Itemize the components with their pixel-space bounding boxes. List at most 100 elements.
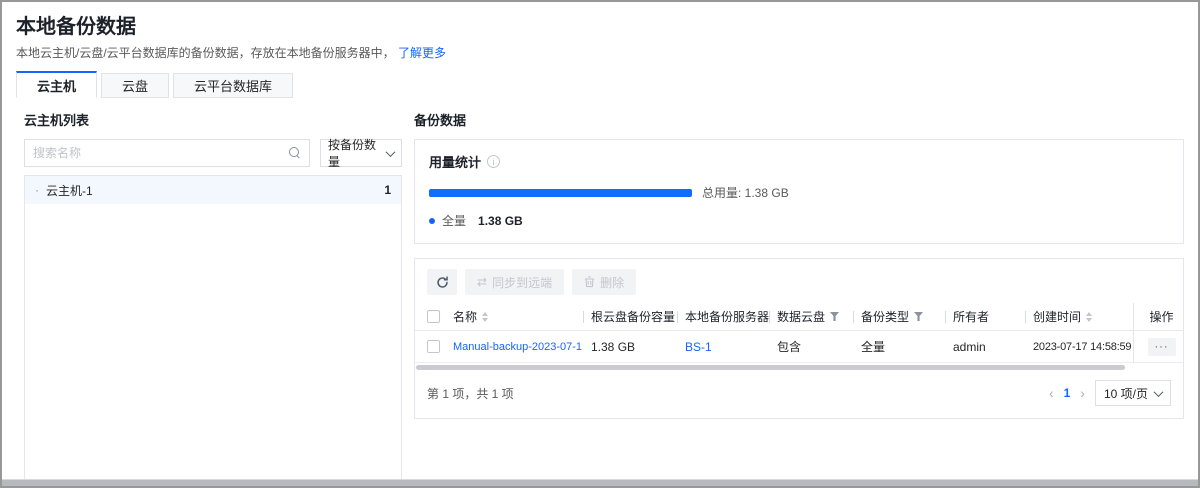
row-actions-cell: ···: [1133, 331, 1189, 362]
refresh-button[interactable]: [427, 269, 457, 295]
host-list-controls: 按备份数量: [24, 139, 402, 167]
pagination-summary: 第 1 项，共 1 项: [427, 385, 514, 402]
column-header-owner: 所有者: [945, 303, 1025, 330]
tab-cloud-disk[interactable]: 云盘: [101, 73, 169, 98]
usage-bar-row: 总用量: 1.38 GB: [429, 184, 1169, 201]
page-size-label: 10 项/页: [1104, 385, 1148, 402]
more-actions-button[interactable]: ···: [1148, 338, 1176, 356]
page-subtitle-text: 本地云主机/云盘/云平台数据库的备份数据，存放在本地备份服务器中，: [16, 46, 395, 60]
backup-data-panel: 备份数据 用量统计 总用量: 1.38 GB 全量 1.38 GB: [414, 110, 1184, 488]
sync-icon: ⇄: [477, 275, 487, 289]
backup-server-link[interactable]: BS-1: [685, 340, 712, 354]
column-header-backup-type[interactable]: 备份类型: [853, 303, 945, 330]
row-server-cell: BS-1: [677, 331, 769, 362]
row-created-cell: 2023-07-17 14:58:59: [1025, 331, 1133, 362]
host-backup-count: 1: [384, 183, 391, 197]
filter-icon[interactable]: [830, 312, 839, 321]
next-page-button[interactable]: ›: [1080, 386, 1085, 400]
info-icon[interactable]: [487, 155, 500, 168]
sort-icon[interactable]: [1086, 312, 1092, 322]
column-header-name[interactable]: 名称: [445, 303, 583, 330]
window-horizontal-scrollbar[interactable]: [2, 479, 1198, 486]
search-input[interactable]: [33, 146, 289, 160]
backup-table-card: ⇄ 同步到远端 删除: [414, 258, 1184, 419]
content-area: 云主机列表 按备份数量 · 云主机-1 1 备: [2, 98, 1198, 488]
host-list-title: 云主机列表: [24, 110, 402, 129]
tab-cloud-platform-db[interactable]: 云平台数据库: [173, 73, 293, 98]
prev-page-button[interactable]: ‹: [1049, 386, 1054, 400]
sort-icon[interactable]: [482, 312, 488, 322]
usage-title-row: 用量统计: [429, 152, 1169, 171]
table-header-row: 名称 根云盘备份容量 本地备份服务器 数据云盘: [415, 303, 1183, 331]
backup-table: 名称 根云盘备份容量 本地备份服务器 数据云盘: [415, 303, 1183, 370]
delete-button-label: 删除: [600, 274, 624, 291]
page-subtitle: 本地云主机/云盘/云平台数据库的备份数据，存放在本地备份服务器中， 了解更多: [16, 45, 1182, 61]
tab-label: 云平台数据库: [194, 76, 272, 95]
pager-controls: ‹ 1 › 10 项/页: [1049, 380, 1171, 406]
column-header-local-backup-server: 本地备份服务器: [677, 303, 769, 330]
host-list-panel: 云主机列表 按备份数量 · 云主机-1 1: [24, 110, 402, 488]
page-size-select[interactable]: 10 项/页: [1095, 380, 1171, 406]
row-size-cell: 1.38 GB: [583, 331, 677, 362]
chevron-down-icon: [1154, 387, 1164, 397]
backup-data-title: 备份数据: [414, 110, 1184, 129]
created-time-text: 2023-07-17 14:58:59: [1033, 341, 1131, 353]
usage-progress-fill: [429, 189, 692, 197]
host-name: 云主机-1: [46, 182, 93, 199]
sort-dropdown-label: 按备份数量: [328, 136, 387, 170]
tree-node-dot: ·: [35, 183, 39, 197]
search-icon[interactable]: [289, 147, 301, 159]
column-header-created-time[interactable]: 创建时间: [1025, 303, 1133, 330]
column-header-actions: 操作: [1133, 303, 1189, 330]
tabs-bar: 云主机 云盘 云平台数据库: [16, 71, 1182, 98]
usage-stats-card: 用量统计 总用量: 1.38 GB 全量 1.38 GB: [414, 139, 1184, 244]
select-all-cell: [415, 303, 445, 330]
column-header-data-disk[interactable]: 数据云盘: [769, 303, 853, 330]
column-label: 数据云盘: [777, 308, 825, 325]
column-label: 根云盘备份容量: [591, 308, 675, 325]
row-backup-type-cell: 全量: [853, 331, 945, 362]
column-label: 创建时间: [1033, 308, 1081, 325]
chevron-down-icon: [386, 147, 396, 157]
usage-legend: 全量 1.38 GB: [429, 212, 1169, 229]
page-number-1[interactable]: 1: [1064, 386, 1071, 400]
host-list: · 云主机-1 1: [24, 175, 402, 488]
tab-label: 云盘: [122, 76, 148, 95]
usage-stats-heading: 用量统计: [429, 152, 481, 171]
legend-value: 1.38 GB: [478, 214, 523, 228]
legend-dot-icon: [429, 218, 435, 224]
row-checkbox[interactable]: [427, 340, 440, 353]
tab-label: 云主机: [37, 76, 76, 95]
host-list-item[interactable]: · 云主机-1 1: [25, 176, 401, 204]
refresh-icon: [436, 276, 449, 289]
pagination-bar: 第 1 项，共 1 项 ‹ 1 › 10 项/页: [415, 370, 1183, 418]
app-window: 本地备份数据 本地云主机/云盘/云平台数据库的备份数据，存放在本地备份服务器中，…: [0, 0, 1200, 488]
usage-progress-bar: [429, 189, 692, 197]
learn-more-link[interactable]: 了解更多: [398, 46, 446, 60]
row-owner-cell: admin: [945, 331, 1025, 362]
column-header-root-disk-capacity[interactable]: 根云盘备份容量: [583, 303, 677, 330]
sort-by-backup-count-dropdown[interactable]: 按备份数量: [320, 139, 402, 167]
page-title: 本地备份数据: [16, 15, 1182, 39]
column-label: 本地备份服务器: [685, 308, 769, 325]
trash-icon: [584, 276, 595, 288]
row-data-disk-cell: 包含: [769, 331, 853, 362]
sync-to-remote-button[interactable]: ⇄ 同步到远端: [465, 269, 564, 295]
row-name-cell: Manual-backup-2023-07-1...: [445, 331, 583, 362]
legend-label: 全量: [442, 212, 466, 229]
delete-button[interactable]: 删除: [572, 269, 636, 295]
sync-button-label: 同步到远端: [492, 274, 552, 291]
column-label: 名称: [453, 308, 477, 325]
column-label: 所有者: [953, 308, 989, 325]
page-header: 本地备份数据 本地云主机/云盘/云平台数据库的备份数据，存放在本地备份服务器中，…: [2, 2, 1198, 98]
usage-total-label: 总用量: 1.38 GB: [702, 184, 789, 201]
search-box: [24, 139, 310, 167]
table-row: Manual-backup-2023-07-1... 1.38 GB BS-1 …: [415, 331, 1183, 363]
backup-name-link[interactable]: Manual-backup-2023-07-1...: [453, 341, 583, 353]
table-toolbar: ⇄ 同步到远端 删除: [415, 259, 1183, 303]
filter-icon[interactable]: [914, 312, 923, 321]
tab-cloud-host[interactable]: 云主机: [16, 71, 97, 98]
column-label: 操作: [1149, 308, 1173, 325]
row-checkbox-cell: [415, 331, 445, 362]
select-all-checkbox[interactable]: [427, 310, 440, 323]
